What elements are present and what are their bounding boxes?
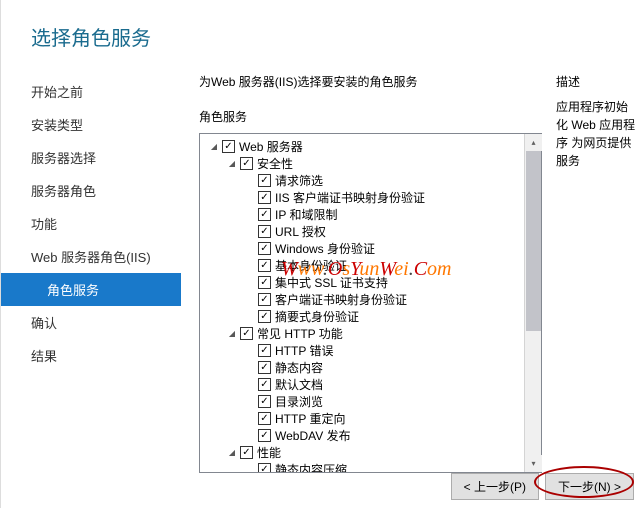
tree-label: HTTP 错误 (275, 342, 333, 359)
tree-row[interactable]: 静态内容压缩 (202, 461, 522, 472)
previous-button[interactable]: < 上一步(P) (451, 473, 539, 500)
tree-label: 集中式 SSL 证书支持 (275, 274, 388, 291)
tree-row[interactable]: 目录浏览 (202, 393, 522, 410)
tree-row[interactable]: IP 和域限制 (202, 206, 522, 223)
description-heading: 描述 (556, 73, 636, 90)
collapse-icon[interactable] (226, 447, 238, 459)
role-services-tree: Web 服务器安全性请求筛选IIS 客户端证书映射身份验证IP 和域限制URL … (199, 133, 542, 473)
tree-label: 静态内容压缩 (275, 461, 347, 472)
checkbox[interactable] (258, 191, 271, 204)
nav-item-2[interactable]: 服务器选择 (1, 141, 181, 174)
nav-item-3[interactable]: 服务器角色 (1, 174, 181, 207)
tree-row[interactable]: URL 授权 (202, 223, 522, 240)
description-text: 应用程序初始化 Web 应用程序 为网页提供服务 (556, 98, 636, 170)
main-subtitle: 为Web 服务器(IIS)选择要安装的角色服务 (199, 73, 542, 90)
tree-label: IIS 客户端证书映射身份验证 (275, 189, 425, 206)
checkbox[interactable] (258, 429, 271, 442)
checkbox[interactable] (258, 276, 271, 289)
checkbox[interactable] (258, 259, 271, 272)
nav-item-1[interactable]: 安装类型 (1, 108, 181, 141)
checkbox[interactable] (258, 242, 271, 255)
scroll-thumb[interactable] (526, 151, 541, 331)
tree-row[interactable]: 默认文档 (202, 376, 522, 393)
tree-label: 基本身份验证 (275, 257, 347, 274)
tree-row[interactable]: HTTP 错误 (202, 342, 522, 359)
nav-item-8[interactable]: 结果 (1, 339, 181, 372)
checkbox[interactable] (240, 157, 253, 170)
tree-row[interactable]: 摘要式身份验证 (202, 308, 522, 325)
tree-row[interactable]: WebDAV 发布 (202, 427, 522, 444)
nav-item-6[interactable]: 角色服务 (1, 273, 181, 306)
tree-label: 目录浏览 (275, 393, 323, 410)
tree-row[interactable]: Windows 身份验证 (202, 240, 522, 257)
section-label: 角色服务 (199, 108, 542, 125)
checkbox[interactable] (258, 310, 271, 323)
tree-row[interactable]: 客户端证书映射身份验证 (202, 291, 522, 308)
checkbox[interactable] (258, 208, 271, 221)
next-button[interactable]: 下一步(N) > (545, 473, 634, 500)
nav-item-0[interactable]: 开始之前 (1, 75, 181, 108)
tree-row[interactable]: 静态内容 (202, 359, 522, 376)
nav-item-7[interactable]: 确认 (1, 306, 181, 339)
collapse-icon[interactable] (208, 141, 220, 153)
tree-row[interactable]: 基本身份验证 (202, 257, 522, 274)
tree-label: 请求筛选 (275, 172, 323, 189)
tree-row[interactable]: 性能 (202, 444, 522, 461)
checkbox[interactable] (258, 293, 271, 306)
tree-row[interactable]: 集中式 SSL 证书支持 (202, 274, 522, 291)
scroll-up-button[interactable]: ▴ (525, 134, 542, 151)
tree-label: HTTP 重定向 (275, 410, 345, 427)
tree-label: 安全性 (257, 155, 293, 172)
tree-label: URL 授权 (275, 223, 326, 240)
checkbox[interactable] (258, 344, 271, 357)
tree-scrollbar[interactable]: ▴ ▾ (524, 134, 541, 472)
checkbox[interactable] (240, 446, 253, 459)
collapse-icon[interactable] (226, 328, 238, 340)
tree-label: 常见 HTTP 功能 (257, 325, 343, 342)
checkbox[interactable] (258, 378, 271, 391)
checkbox[interactable] (258, 412, 271, 425)
tree-label: IP 和域限制 (275, 206, 337, 223)
tree-row[interactable]: HTTP 重定向 (202, 410, 522, 427)
tree-row[interactable]: 请求筛选 (202, 172, 522, 189)
checkbox[interactable] (258, 225, 271, 238)
nav-item-4[interactable]: 功能 (1, 207, 181, 240)
tree-label: 静态内容 (275, 359, 323, 376)
checkbox[interactable] (258, 395, 271, 408)
checkbox[interactable] (258, 174, 271, 187)
tree-row[interactable]: Web 服务器 (202, 138, 522, 155)
scroll-down-button[interactable]: ▾ (525, 455, 542, 472)
tree-row[interactable]: 常见 HTTP 功能 (202, 325, 522, 342)
tree-row[interactable]: IIS 客户端证书映射身份验证 (202, 189, 522, 206)
checkbox[interactable] (258, 463, 271, 472)
nav-item-5[interactable]: Web 服务器角色(IIS) (1, 240, 181, 273)
wizard-sidebar: 开始之前安装类型服务器选择服务器角色功能Web 服务器角色(IIS)角色服务确认… (1, 69, 181, 469)
tree-label: 摘要式身份验证 (275, 308, 359, 325)
tree-row[interactable]: 安全性 (202, 155, 522, 172)
checkbox[interactable] (240, 327, 253, 340)
page-title: 选择角色服务 (31, 22, 640, 51)
tree-label: 性能 (257, 444, 281, 461)
tree-label: 默认文档 (275, 376, 323, 393)
collapse-icon[interactable] (226, 158, 238, 170)
checkbox[interactable] (258, 361, 271, 374)
tree-label: WebDAV 发布 (275, 427, 351, 444)
tree-label: 客户端证书映射身份验证 (275, 291, 407, 308)
tree-label: Windows 身份验证 (275, 240, 375, 257)
tree-label: Web 服务器 (239, 138, 303, 155)
checkbox[interactable] (222, 140, 235, 153)
